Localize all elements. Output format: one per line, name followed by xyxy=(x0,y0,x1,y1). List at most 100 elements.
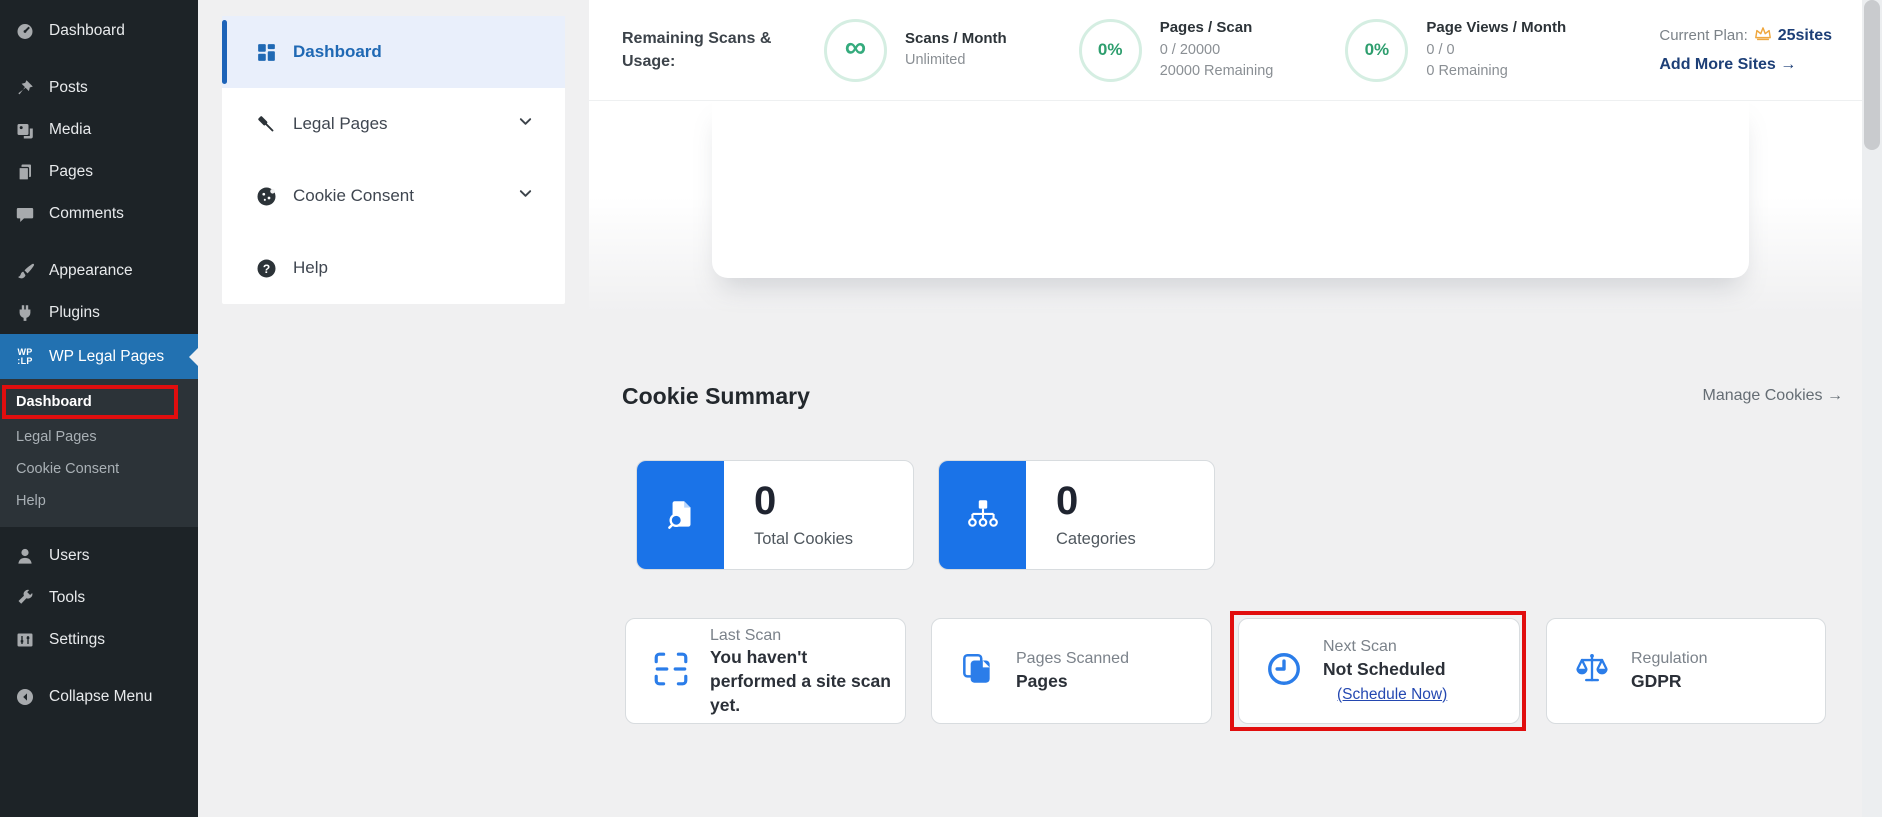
usage-stats-bar: Remaining Scans & Usage: ∞ Scans / Month… xyxy=(589,0,1862,101)
sidebar-item-appearance[interactable]: Appearance xyxy=(0,250,198,292)
stat-label: Pages / Scan xyxy=(1159,19,1253,36)
sidebar-item-settings[interactable]: Settings xyxy=(0,619,198,661)
sidebar-item-label: Posts xyxy=(49,79,88,96)
scan-frame-icon xyxy=(652,650,690,693)
page-views-stat: 0% Page Views / Month 0 / 0 0 Remaining xyxy=(1345,17,1566,83)
sidebar-item-plugins[interactable]: Plugins xyxy=(0,292,198,334)
sidebar-item-media[interactable]: Media xyxy=(0,109,198,151)
plugin-menu-label: Legal Pages xyxy=(293,114,388,133)
sidebar-item-posts[interactable]: Posts xyxy=(0,67,198,109)
categories-count: 0 xyxy=(1056,479,1079,523)
submenu-item-cookie-consent[interactable]: Cookie Consent xyxy=(0,453,198,485)
chevron-down-icon[interactable] xyxy=(518,114,533,134)
card-value: Not Scheduled xyxy=(1323,659,1446,680)
submenu-item-dashboard[interactable]: Dashboard xyxy=(2,385,178,419)
pages-copy-icon xyxy=(958,650,996,693)
stat-label: Scans / Month xyxy=(905,29,1007,47)
sidebar-item-label: Comments xyxy=(49,205,124,222)
sidebar-item-label: Media xyxy=(49,121,92,138)
gavel-icon xyxy=(254,113,278,136)
add-more-sites-link[interactable]: Add More Sites → xyxy=(1659,55,1832,74)
plug-icon xyxy=(14,303,36,323)
stat-value: 0 / 0 xyxy=(1426,41,1455,58)
schedule-now-link[interactable]: (Schedule Now) xyxy=(1337,685,1447,706)
plugin-menu-help[interactable]: ? Help xyxy=(222,232,565,304)
regulation-card: Regulation GDPR xyxy=(1546,618,1826,724)
plugin-menu-label: Dashboard xyxy=(293,42,382,61)
stats-bar-title: Remaining Scans & Usage: xyxy=(622,29,772,70)
infinity-icon: ∞ xyxy=(844,31,867,64)
brush-icon xyxy=(14,261,36,281)
next-scan-card: Next Scan Not Scheduled (Schedule Now) xyxy=(1238,618,1520,724)
wp-legal-pages-submenu: Dashboard Legal Pages Cookie Consent Hel… xyxy=(0,379,198,527)
sliders-icon xyxy=(14,630,36,650)
percent-value: 0% xyxy=(1097,40,1123,59)
card-label: Pages Scanned xyxy=(1016,650,1129,668)
total-cookies-card: 0 Total Cookies xyxy=(636,460,914,570)
help-icon: ? xyxy=(254,257,278,280)
sidebar-item-label: Collapse Menu xyxy=(49,688,153,705)
total-cookies-label: Total Cookies xyxy=(754,530,854,548)
comment-icon xyxy=(14,204,36,224)
current-plan-label: Current Plan: xyxy=(1659,26,1748,44)
plugin-menu-cookie-consent[interactable]: Cookie Consent xyxy=(222,160,565,232)
manage-cookies-link[interactable]: Manage Cookies → xyxy=(1702,387,1843,405)
wplp-logo-icon: WP:LP xyxy=(17,347,33,366)
percent-badge: 0% xyxy=(1078,18,1142,82)
sidebar-item-label: Users xyxy=(49,547,90,564)
stat-label: Page Views / Month xyxy=(1426,19,1567,36)
chevron-down-icon[interactable] xyxy=(518,186,533,206)
plugin-menu-label: Help xyxy=(293,258,328,277)
gauge-icon xyxy=(14,21,36,41)
sidebar-item-label: Appearance xyxy=(49,262,133,279)
sidebar-item-wp-legal-pages[interactable]: WP:LP WP Legal Pages xyxy=(0,334,198,379)
scales-icon xyxy=(1573,650,1611,693)
wrench-icon xyxy=(14,588,36,608)
infinity-badge: ∞ xyxy=(824,18,887,82)
pages-scanned-card: Pages Scanned Pages xyxy=(931,618,1212,724)
card-label: Regulation xyxy=(1631,650,1708,668)
sidebar-item-label: Pages xyxy=(49,163,93,180)
pages-icon xyxy=(14,162,36,182)
sidebar-item-tools[interactable]: Tools xyxy=(0,577,198,619)
categories-card: 0 Categories xyxy=(938,460,1215,570)
submenu-item-legal-pages[interactable]: Legal Pages xyxy=(0,421,198,453)
categories-label: Categories xyxy=(1056,530,1136,548)
page-title: Cookie Summary xyxy=(622,382,810,409)
card-value: You haven't performed a site scan yet. xyxy=(710,647,891,715)
sidebar-item-collapse-menu[interactable]: Collapse Menu xyxy=(0,676,198,718)
scans-month-stat: ∞ Scans / Month Unlimited xyxy=(824,18,1007,82)
percent-badge: 0% xyxy=(1345,18,1409,82)
sidebar-item-comments[interactable]: Comments xyxy=(0,193,198,235)
card-value: GDPR xyxy=(1631,670,1682,691)
stat-value: Unlimited xyxy=(905,52,966,69)
cookie-icon xyxy=(254,185,278,208)
sidebar-item-dashboard[interactable]: Dashboard xyxy=(0,10,198,52)
pin-icon xyxy=(14,78,36,98)
percent-value: 0% xyxy=(1364,40,1390,59)
sidebar-item-label: Settings xyxy=(49,631,106,648)
stat-value: 0 / 20000 xyxy=(1159,41,1221,58)
cookie-summary-header: Cookie Summary Manage Cookies → xyxy=(589,372,1843,420)
search-document-icon xyxy=(637,461,724,569)
plan-name: 25sites xyxy=(1777,27,1832,45)
vertical-scrollbar-thumb[interactable] xyxy=(1864,0,1880,150)
plugin-menu-legal-pages[interactable]: Legal Pages xyxy=(222,88,565,160)
stat-remaining: 0 Remaining xyxy=(1426,63,1508,80)
sitemap-icon xyxy=(939,461,1026,569)
plugin-menu-dashboard[interactable]: Dashboard xyxy=(222,16,565,88)
current-plan-block: Current Plan: 25sites Add More Sites → xyxy=(1659,26,1832,74)
wp-admin-sidebar: Dashboard Posts Media Pages Comments App… xyxy=(0,0,198,817)
user-icon xyxy=(14,546,36,566)
sidebar-item-users[interactable]: Users xyxy=(0,535,198,577)
card-label: Last Scan xyxy=(710,626,782,644)
crown-icon xyxy=(1754,26,1772,46)
sidebar-item-label: WP Legal Pages xyxy=(49,347,165,365)
stat-remaining: 20000 Remaining xyxy=(1159,63,1274,80)
submenu-item-help[interactable]: Help xyxy=(0,485,198,517)
clock-icon xyxy=(1265,650,1303,693)
vertical-scrollbar-track[interactable] xyxy=(1862,0,1882,817)
pages-scan-stat: 0% Pages / Scan 0 / 20000 20000 Remainin… xyxy=(1078,17,1274,83)
sidebar-item-pages[interactable]: Pages xyxy=(0,151,198,193)
media-icon xyxy=(14,120,36,140)
